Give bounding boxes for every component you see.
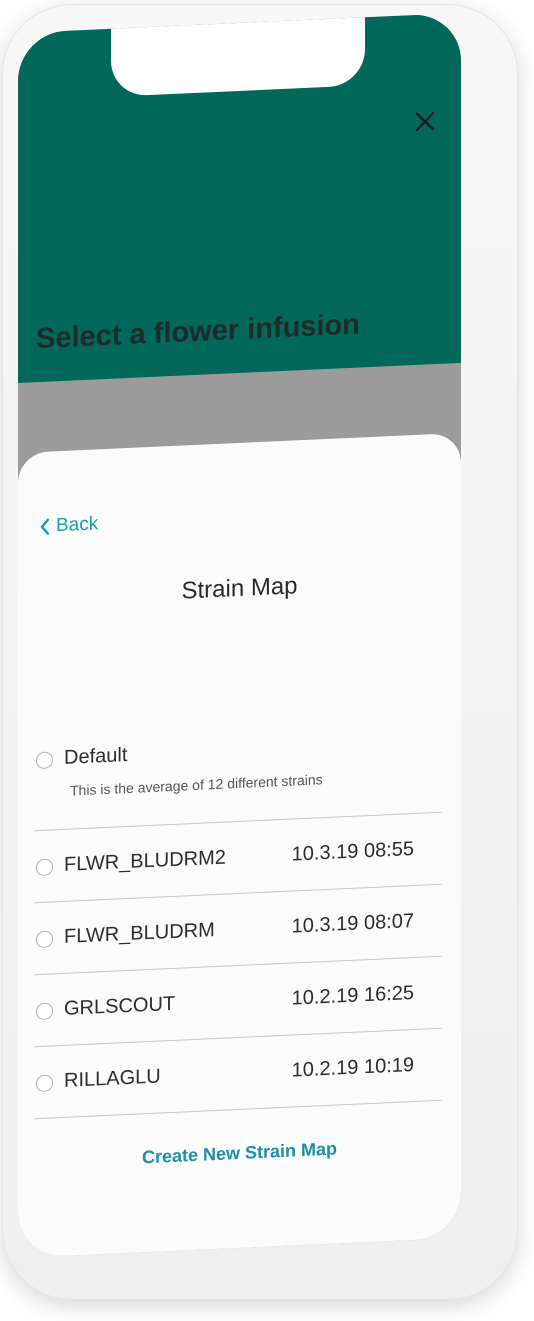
close-button[interactable] bbox=[413, 110, 437, 135]
close-icon bbox=[415, 111, 435, 132]
back-label: Back bbox=[56, 513, 99, 537]
radio-button[interactable] bbox=[36, 751, 53, 770]
sheet-title: Strain Map bbox=[181, 572, 298, 605]
device-mockup: Select a flower infusion Back Strain Map… bbox=[0, 0, 534, 1321]
phone-screen: Select a flower infusion Back Strain Map… bbox=[18, 12, 461, 1258]
chevron-left-icon bbox=[40, 518, 50, 535]
strain-name: FLWR_BLUDRM2 bbox=[64, 846, 226, 876]
strain-description: This is the average of 12 different stra… bbox=[70, 771, 323, 799]
strain-name: GRLSCOUT bbox=[64, 992, 176, 1020]
page-title: Select a flower infusion bbox=[36, 308, 360, 356]
strain-date: 10.2.19 10:19 bbox=[291, 1054, 414, 1082]
strain-name: RILLAGLU bbox=[64, 1065, 161, 1092]
modal-header: Select a flower infusion bbox=[18, 12, 461, 384]
back-button[interactable]: Back bbox=[40, 513, 98, 538]
radio-button[interactable] bbox=[36, 1074, 53, 1093]
create-strain-map-button[interactable]: Create New Strain Map bbox=[18, 1133, 461, 1174]
strain-map-sheet: Back Strain Map Default This is the aver… bbox=[18, 432, 461, 1258]
strain-name: Default bbox=[64, 744, 128, 769]
radio-button[interactable] bbox=[36, 858, 53, 877]
strain-name: FLWR_BLUDRM bbox=[64, 919, 215, 948]
strain-date: 10.3.19 08:55 bbox=[291, 838, 414, 866]
strain-date: 10.3.19 08:07 bbox=[291, 910, 414, 938]
radio-button[interactable] bbox=[36, 930, 53, 949]
radio-button[interactable] bbox=[36, 1002, 53, 1021]
strain-date: 10.2.19 16:25 bbox=[291, 982, 414, 1010]
